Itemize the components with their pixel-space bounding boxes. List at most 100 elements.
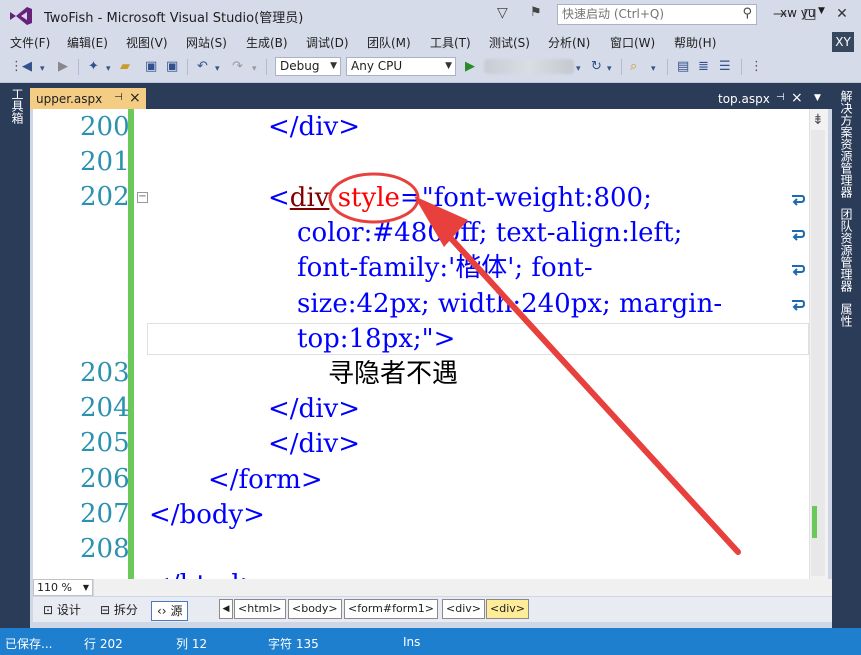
configuration-select[interactable]: Debug ▼ bbox=[275, 57, 341, 76]
quick-launch-box[interactable]: ⚲ bbox=[557, 4, 757, 25]
find-in-files-icon[interactable]: ⌕ bbox=[630, 59, 637, 75]
configuration-value: Debug bbox=[280, 59, 320, 73]
close-icon[interactable]: × bbox=[129, 90, 141, 106]
line-number: 201 bbox=[80, 147, 130, 177]
close-icon[interactable]: × bbox=[791, 90, 803, 106]
word-wrap-icon bbox=[792, 195, 806, 206]
breadcrumb-item-active[interactable]: <div> bbox=[486, 599, 529, 619]
chevron-down-icon[interactable]: ▾ bbox=[215, 61, 220, 77]
chevron-down-icon[interactable]: ▾ bbox=[252, 61, 257, 77]
save-icon[interactable]: ▣ bbox=[145, 59, 157, 75]
toolbar-options-icon[interactable]: ⋮ bbox=[750, 59, 763, 75]
menu-tools[interactable]: 工具(T) bbox=[430, 34, 471, 51]
undo-icon[interactable]: ↶ bbox=[197, 59, 208, 75]
menu-window[interactable]: 窗口(W) bbox=[610, 34, 655, 51]
solution-explorer-tab[interactable]: 解决方案资源管理器 bbox=[838, 90, 855, 198]
code-line-205: </div> bbox=[268, 429, 360, 459]
chevron-down-icon[interactable]: ▾ bbox=[651, 61, 656, 77]
start-debug-icon[interactable]: ▶ bbox=[465, 59, 475, 75]
zoom-select[interactable]: 110 % ▼ bbox=[33, 579, 93, 596]
user-name[interactable]: xw yu bbox=[780, 6, 815, 20]
notifications-icon[interactable]: ⚑ bbox=[530, 5, 548, 23]
open-folder-icon[interactable]: ▰ bbox=[120, 59, 130, 75]
menu-analyze[interactable]: 分析(N) bbox=[548, 34, 590, 51]
code-continuation: top:18px;"> bbox=[297, 324, 456, 354]
split-view-button[interactable]: ⊟ 拆分 bbox=[95, 601, 143, 619]
breadcrumb-item[interactable]: <body> bbox=[288, 599, 342, 619]
chevron-down-icon[interactable]: ▾ bbox=[106, 61, 111, 77]
search-icon[interactable]: ⚲ bbox=[742, 6, 752, 21]
chevron-down-icon[interactable]: ▾ bbox=[607, 61, 612, 77]
team-explorer-tab[interactable]: 团队资源管理器 bbox=[838, 208, 855, 292]
split-label: 拆分 bbox=[113, 603, 138, 617]
code-line-203: 寻隐者不遇 bbox=[328, 359, 459, 389]
design-label: 设计 bbox=[56, 603, 81, 617]
separator bbox=[621, 59, 622, 75]
zoom-value: 110 % bbox=[37, 581, 72, 594]
menu-team[interactable]: 团队(M) bbox=[367, 34, 411, 51]
menu-help[interactable]: 帮助(H) bbox=[674, 34, 716, 51]
chevron-down-icon[interactable]: ▾ bbox=[40, 61, 45, 77]
separator bbox=[741, 59, 742, 75]
breadcrumb-item[interactable]: <html> bbox=[234, 599, 286, 619]
breadcrumb-back-button[interactable]: ◀ bbox=[219, 599, 233, 619]
menu-edit[interactable]: 编辑(E) bbox=[67, 34, 108, 51]
tab-label[interactable]: upper.aspx bbox=[36, 92, 102, 106]
code-attribute-value: "font-weight:800; bbox=[421, 183, 652, 213]
menu-debug[interactable]: 调试(D) bbox=[306, 34, 349, 51]
menu-build[interactable]: 生成(B) bbox=[246, 34, 288, 51]
chevron-down-icon: ▼ bbox=[330, 61, 337, 71]
collapse-icon[interactable]: − bbox=[137, 192, 148, 203]
menu-file[interactable]: 文件(F) bbox=[10, 34, 50, 51]
menu-website[interactable]: 网站(S) bbox=[186, 34, 227, 51]
code-attribute-value: top:18px;" bbox=[297, 324, 434, 354]
line-number: 206 bbox=[80, 464, 130, 494]
chevron-down-icon[interactable]: ▼ bbox=[814, 93, 821, 103]
back-icon[interactable]: ◀ bbox=[22, 59, 32, 75]
horizontal-scrollbar[interactable] bbox=[94, 579, 832, 596]
word-wrap-icon bbox=[792, 230, 806, 241]
document-tab-row bbox=[30, 83, 832, 109]
status-character: 字符 135 bbox=[268, 637, 319, 651]
forward-icon[interactable]: ▶ bbox=[58, 59, 68, 75]
status-line: 行 202 bbox=[84, 637, 123, 651]
toolbox-tab[interactable]: 工具箱 bbox=[9, 88, 26, 124]
status-insert-mode: Ins bbox=[403, 635, 421, 649]
word-wrap-icon bbox=[792, 300, 806, 311]
breadcrumb-item[interactable]: <form#form1> bbox=[344, 599, 438, 619]
document-outline-icon[interactable]: ▤ bbox=[677, 59, 689, 75]
chevron-down-icon[interactable]: ▼ bbox=[818, 6, 825, 16]
close-button[interactable]: ✕ bbox=[832, 4, 852, 24]
separator bbox=[187, 59, 188, 75]
quick-launch-input[interactable] bbox=[558, 5, 738, 23]
indent-icon[interactable]: ☰ bbox=[719, 59, 731, 75]
code-line-209: </html> bbox=[149, 568, 262, 579]
source-label: 源 bbox=[170, 604, 183, 618]
source-view-button[interactable]: ‹› 源 bbox=[151, 601, 189, 621]
format-document-icon[interactable]: ≣ bbox=[698, 59, 709, 75]
split-editor-icon[interactable]: ⇟ bbox=[812, 112, 824, 128]
refresh-icon[interactable]: ↻ bbox=[591, 59, 602, 75]
pin-icon[interactable]: ⊣ bbox=[776, 92, 785, 103]
design-view-button[interactable]: ⊡ 设计 bbox=[38, 601, 86, 619]
visual-studio-logo-icon bbox=[10, 7, 32, 25]
separator bbox=[667, 59, 668, 75]
redo-icon[interactable]: ↷ bbox=[232, 59, 243, 75]
status-bar bbox=[0, 628, 861, 655]
word-wrap-icon bbox=[792, 265, 806, 276]
menu-view[interactable]: 视图(V) bbox=[126, 34, 168, 51]
pin-icon[interactable]: ⊣ bbox=[114, 92, 123, 103]
chevron-down-icon[interactable]: ▾ bbox=[576, 61, 581, 77]
split-icon: ⊟ bbox=[100, 603, 111, 617]
platform-select[interactable]: Any CPU ▼ bbox=[346, 57, 456, 76]
filter-icon[interactable]: ▽ bbox=[497, 5, 515, 23]
avatar[interactable]: XY bbox=[832, 32, 854, 52]
properties-tab[interactable]: 属性 bbox=[838, 303, 855, 327]
status-state: 已保存... bbox=[5, 637, 53, 651]
new-project-icon[interactable]: ✦ bbox=[88, 59, 99, 75]
tab-top-aspx[interactable]: top.aspx bbox=[718, 92, 770, 106]
breadcrumb-item[interactable]: <div> bbox=[442, 599, 485, 619]
menu-test[interactable]: 测试(S) bbox=[489, 34, 530, 51]
code-continuation: color:#4800ff; text-align:left; bbox=[297, 218, 683, 248]
save-all-icon[interactable]: ▣ bbox=[166, 59, 178, 75]
